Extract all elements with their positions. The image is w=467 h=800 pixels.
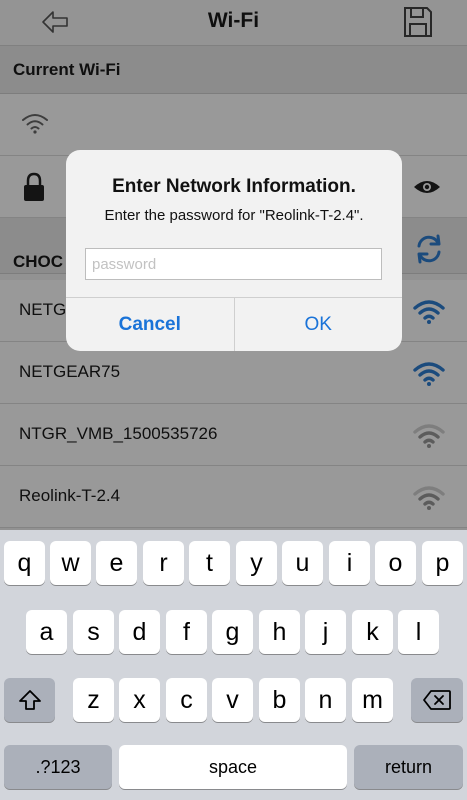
return-key[interactable]: return	[354, 745, 463, 789]
alert-title: Enter Network Information.	[112, 176, 356, 197]
key-o[interactable]: o	[375, 541, 416, 585]
password-input[interactable]	[85, 248, 382, 280]
alert-message: Enter the password for "Reolink-T-2.4".	[104, 207, 364, 224]
key-t[interactable]: t	[189, 541, 230, 585]
space-key[interactable]: space	[119, 745, 347, 789]
key-f[interactable]: f	[166, 610, 207, 654]
key-w[interactable]: w	[50, 541, 91, 585]
cancel-button[interactable]: Cancel	[66, 298, 235, 351]
key-h[interactable]: h	[259, 610, 300, 654]
key-p[interactable]: p	[422, 541, 463, 585]
delete-icon	[423, 690, 451, 710]
key-m[interactable]: m	[352, 678, 393, 722]
key-q[interactable]: q	[4, 541, 45, 585]
key-g[interactable]: g	[212, 610, 253, 654]
alert-buttons: Cancel OK	[66, 297, 402, 351]
shift-key[interactable]	[4, 678, 55, 722]
key-z[interactable]: z	[73, 678, 114, 722]
keyboard: q w e r t y u i o p a s d f g h j k l z …	[0, 530, 467, 800]
key-u[interactable]: u	[282, 541, 323, 585]
key-v[interactable]: v	[212, 678, 253, 722]
shift-icon	[18, 690, 41, 710]
key-i[interactable]: i	[329, 541, 370, 585]
key-y[interactable]: y	[236, 541, 277, 585]
delete-key[interactable]	[411, 678, 463, 722]
key-s[interactable]: s	[73, 610, 114, 654]
key-a[interactable]: a	[26, 610, 67, 654]
key-r[interactable]: r	[143, 541, 184, 585]
key-k[interactable]: k	[352, 610, 393, 654]
numbers-key[interactable]: .?123	[4, 745, 112, 789]
key-e[interactable]: e	[96, 541, 137, 585]
key-b[interactable]: b	[259, 678, 300, 722]
key-n[interactable]: n	[305, 678, 346, 722]
key-l[interactable]: l	[398, 610, 439, 654]
key-d[interactable]: d	[119, 610, 160, 654]
ok-button[interactable]: OK	[235, 298, 403, 351]
key-x[interactable]: x	[119, 678, 160, 722]
key-c[interactable]: c	[166, 678, 207, 722]
password-alert: Enter Network Information. Enter the pas…	[66, 150, 402, 351]
key-j[interactable]: j	[305, 610, 346, 654]
